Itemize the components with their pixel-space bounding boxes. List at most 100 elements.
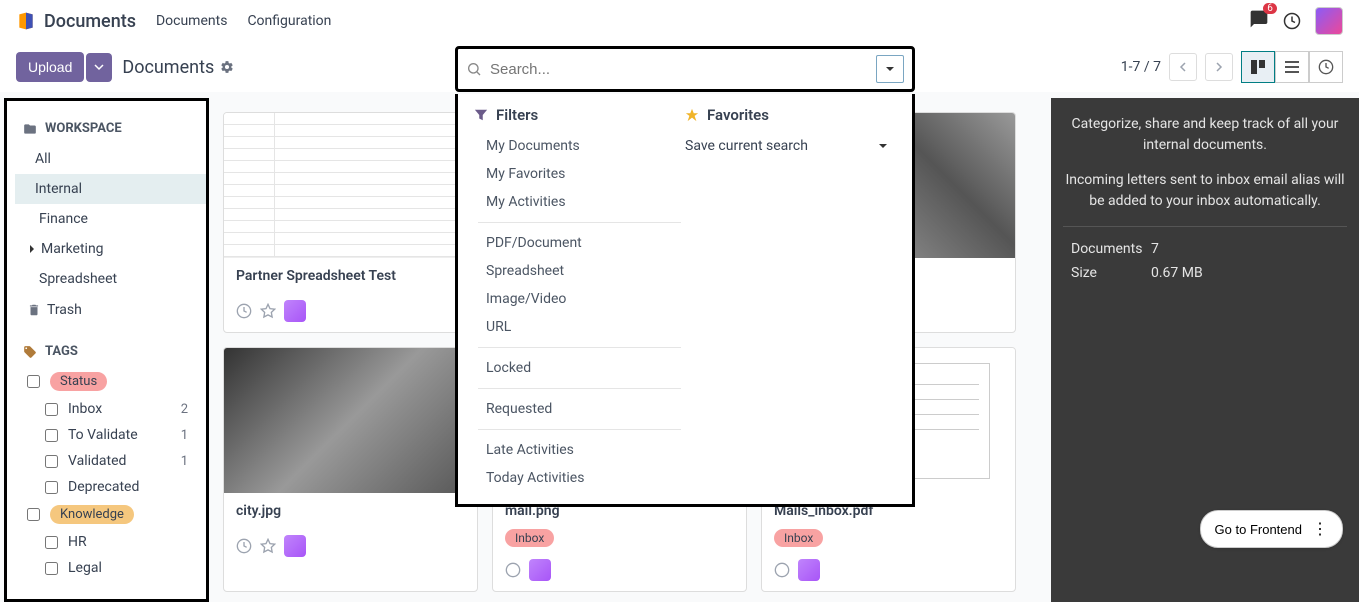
- card-city[interactable]: city.jpg: [223, 347, 478, 592]
- search-icon: [466, 61, 482, 77]
- workspace-header: WORKSPACE: [15, 113, 206, 144]
- tag-deprecated[interactable]: Deprecated: [15, 474, 206, 500]
- stat-size-label: Size: [1071, 265, 1151, 281]
- tag-status-checkbox[interactable]: [27, 375, 40, 388]
- clock-icon[interactable]: [505, 562, 521, 578]
- trash-icon: [27, 303, 41, 317]
- chevron-left-icon: [1178, 62, 1188, 72]
- card-thumbnail: [224, 113, 477, 258]
- filter-late-activities[interactable]: Late Activities: [474, 436, 685, 464]
- filter-spreadsheet[interactable]: Spreadsheet: [474, 257, 685, 285]
- card-thumbnail: [224, 348, 477, 493]
- tag-pill-inbox: Inbox: [505, 529, 554, 547]
- messages-icon[interactable]: 6: [1249, 9, 1269, 33]
- search-input[interactable]: [490, 61, 876, 78]
- favorites-header: Favorites: [685, 106, 896, 124]
- kanban-icon: [1250, 59, 1266, 75]
- tag-status[interactable]: Status: [15, 367, 206, 396]
- user-avatar[interactable]: [1315, 7, 1343, 35]
- tag-knowledge[interactable]: Knowledge: [15, 500, 206, 529]
- tag-icon: [23, 345, 37, 359]
- caret-down-icon: [885, 64, 895, 74]
- tag-hr-checkbox[interactable]: [45, 536, 58, 549]
- pager-next-button[interactable]: [1205, 53, 1233, 81]
- nav-configuration[interactable]: Configuration: [247, 13, 331, 29]
- chevron-down-icon: [94, 62, 104, 72]
- sidebar-item-finance[interactable]: Finance: [15, 204, 206, 234]
- tag-validated-checkbox[interactable]: [45, 455, 58, 468]
- notif-count: 6: [1263, 3, 1277, 14]
- info-description-2: Incoming letters sent to inbox email ali…: [1063, 170, 1347, 212]
- pager-text: 1-7 / 7: [1121, 59, 1161, 75]
- caret-down-icon: [878, 141, 888, 151]
- filter-locked[interactable]: Locked: [474, 354, 685, 382]
- go-to-frontend-button[interactable]: Go to Frontend ⋮: [1200, 510, 1343, 548]
- sidebar-item-all[interactable]: All: [15, 144, 206, 174]
- tag-inbox[interactable]: Inbox 2: [15, 396, 206, 422]
- sidebar-item-spreadsheet[interactable]: Spreadsheet: [15, 264, 206, 294]
- chevron-right-icon: [1214, 62, 1224, 72]
- search-container: [455, 46, 915, 92]
- tag-inbox-checkbox[interactable]: [45, 403, 58, 416]
- tag-legal[interactable]: Legal: [15, 555, 206, 581]
- filter-icon: [474, 108, 488, 122]
- tag-to-validate-checkbox[interactable]: [45, 429, 58, 442]
- sidebar-trash[interactable]: Trash: [15, 294, 206, 326]
- app-name: Documents: [44, 11, 136, 32]
- filter-today-activities[interactable]: Today Activities: [474, 464, 685, 492]
- app-icon: [284, 535, 306, 557]
- pager-prev-button[interactable]: [1169, 53, 1197, 81]
- clock-icon: [1318, 59, 1334, 75]
- star-outline-icon[interactable]: [260, 303, 276, 319]
- clock-icon[interactable]: [236, 303, 252, 319]
- info-description-1: Categorize, share and keep track of all …: [1063, 114, 1347, 156]
- tag-hr[interactable]: HR: [15, 529, 206, 555]
- card-partner-spreadsheet[interactable]: Partner Spreadsheet Test: [223, 112, 478, 333]
- star-outline-icon[interactable]: [260, 538, 276, 554]
- tag-legal-checkbox[interactable]: [45, 562, 58, 575]
- app-logo: [16, 11, 36, 31]
- search-options-button[interactable]: [876, 55, 904, 83]
- app-icon: [529, 559, 551, 581]
- stat-documents-value: 7: [1151, 241, 1159, 257]
- clock-icon[interactable]: [774, 562, 790, 578]
- folder-icon: [23, 122, 37, 136]
- clock-icon[interactable]: [236, 538, 252, 554]
- app-icon: [798, 559, 820, 581]
- view-kanban-button[interactable]: [1241, 51, 1275, 83]
- card-title: city.jpg: [224, 493, 477, 529]
- filter-my-favorites[interactable]: My Favorites: [474, 160, 685, 188]
- sidebar-left: WORKSPACE All Internal Finance Marketing…: [4, 98, 209, 602]
- save-current-search[interactable]: Save current search: [685, 132, 896, 160]
- tag-deprecated-checkbox[interactable]: [45, 481, 58, 494]
- filter-url[interactable]: URL: [474, 313, 685, 341]
- stat-documents-label: Documents: [1071, 241, 1151, 257]
- breadcrumb: Documents: [122, 57, 234, 78]
- sidebar-item-internal[interactable]: Internal: [15, 174, 206, 204]
- list-icon: [1284, 59, 1300, 75]
- sidebar-item-marketing[interactable]: Marketing: [15, 234, 206, 264]
- filter-my-activities[interactable]: My Activities: [474, 188, 685, 216]
- filter-requested[interactable]: Requested: [474, 395, 685, 423]
- star-icon: [685, 108, 699, 122]
- activity-icon[interactable]: [1283, 12, 1301, 30]
- caret-right-icon: [27, 244, 37, 254]
- nav-documents[interactable]: Documents: [156, 13, 227, 29]
- tag-validated[interactable]: Validated 1: [15, 448, 206, 474]
- gear-icon[interactable]: [220, 60, 234, 74]
- view-list-button[interactable]: [1275, 51, 1309, 83]
- breadcrumb-text: Documents: [122, 57, 214, 78]
- filter-pdf-document[interactable]: PDF/Document: [474, 229, 685, 257]
- filter-my-documents[interactable]: My Documents: [474, 132, 685, 160]
- more-icon: ⋮: [1312, 519, 1328, 539]
- tags-header: TAGS: [15, 336, 206, 367]
- tag-to-validate[interactable]: To Validate 1: [15, 422, 206, 448]
- tag-knowledge-checkbox[interactable]: [27, 508, 40, 521]
- view-activity-button[interactable]: [1309, 51, 1343, 83]
- search-dropdown-panel: Filters My Documents My Favorites My Act…: [455, 94, 915, 507]
- upload-button[interactable]: Upload: [16, 52, 84, 82]
- filter-image-video[interactable]: Image/Video: [474, 285, 685, 313]
- upload-dropdown-button[interactable]: [86, 53, 112, 82]
- stat-size-value: 0.67 MB: [1151, 265, 1203, 281]
- filters-header: Filters: [474, 106, 685, 124]
